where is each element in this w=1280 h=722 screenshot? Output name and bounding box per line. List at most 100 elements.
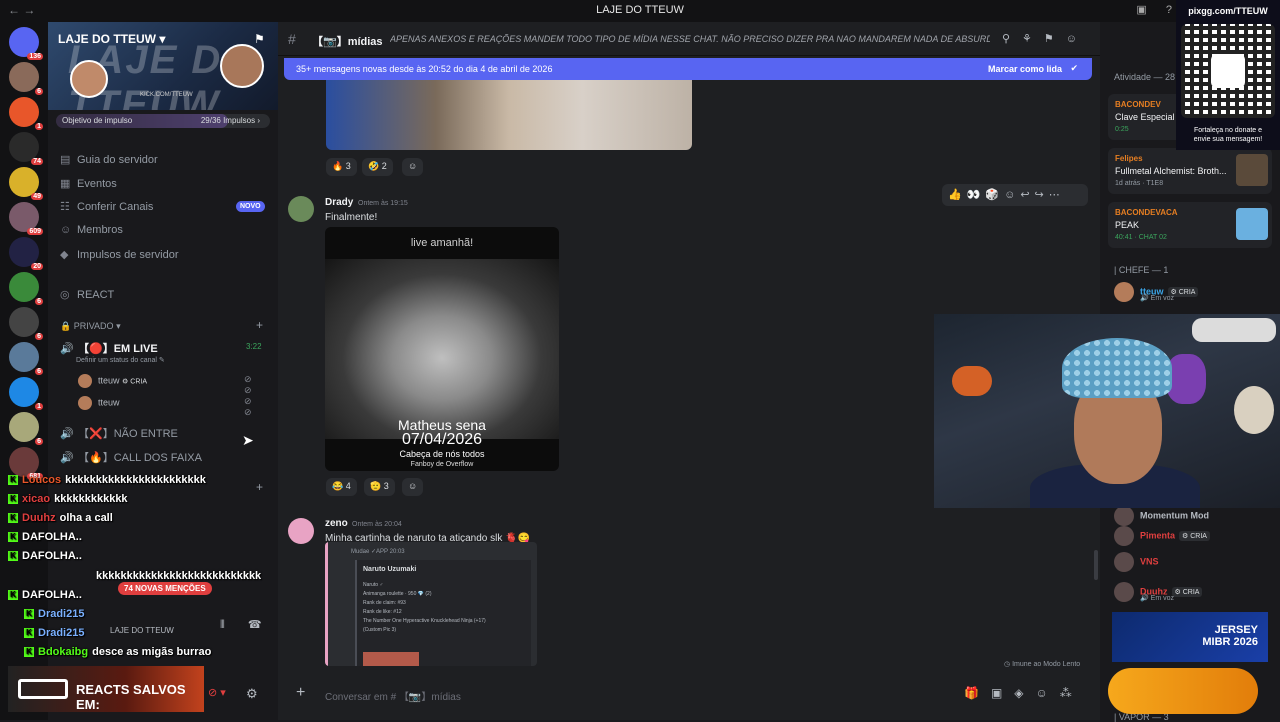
composer-icons[interactable]: 🎁▣◈☺⁂ bbox=[964, 686, 1084, 700]
boost-label: Objetivo de impulso bbox=[62, 116, 133, 125]
add-reaction-icon[interactable]: ☺ bbox=[402, 478, 424, 496]
mic-muted-icon[interactable]: ⊘ ▾ bbox=[208, 686, 226, 699]
member-name: VNS bbox=[1140, 556, 1159, 567]
channel-status[interactable]: Definir um status do canal ✎ bbox=[76, 356, 165, 364]
server-icon[interactable]: 20 bbox=[9, 237, 43, 270]
sponsor-ad bbox=[1108, 668, 1258, 714]
window-title: LAJE DO TTEUW bbox=[596, 4, 684, 16]
reaction[interactable]: 🤣 2 bbox=[362, 158, 393, 176]
embed-body: Naruto Uzumaki Naruto ♂ Animanga roulett… bbox=[355, 560, 531, 666]
message-author[interactable]: Drady bbox=[325, 197, 353, 208]
server-icon[interactable]: 1 bbox=[9, 377, 43, 410]
server-name[interactable]: LAJE DO TTEUW ▾ bbox=[58, 32, 165, 46]
mentions-badge[interactable]: 74 NOVAS MENÇÕES bbox=[118, 582, 212, 595]
embed-card[interactable]: Mudae ✓APP 20:03 Naruto Uzumaki Naruto ♂… bbox=[325, 542, 537, 666]
calendar-icon: ▦ bbox=[60, 178, 71, 190]
embed-line: The Number One Hyperactive Knucklehead N… bbox=[363, 618, 486, 624]
server-icon[interactable]: 49 bbox=[9, 167, 43, 200]
webcam-decor bbox=[1234, 386, 1274, 434]
speaker-icon: 🔊 bbox=[60, 428, 74, 440]
voice-channel-call-dos-faixa[interactable]: 🔊 【🔥】CALL DOS FAIXA bbox=[60, 449, 202, 465]
unread-badge: 6 bbox=[35, 88, 43, 95]
avatar[interactable] bbox=[288, 196, 314, 222]
activity-card[interactable]: Felipes Fullmetal Alchemist: Broth... 1d a… bbox=[1108, 148, 1272, 194]
server-icon[interactable]: 6 bbox=[9, 62, 43, 95]
react-icon: ◎ bbox=[60, 289, 70, 301]
add-reaction-icon[interactable]: ☺ bbox=[402, 158, 424, 176]
scrollbar[interactable] bbox=[1094, 550, 1098, 580]
category-privado[interactable]: 🔒 PRIVADO ▾ bbox=[60, 321, 121, 332]
server-icon[interactable]: 1 bbox=[9, 97, 43, 130]
server-icon[interactable]: 6 bbox=[9, 412, 43, 445]
reaction[interactable]: 😂 4 bbox=[326, 478, 357, 496]
server-icon[interactable]: 6 bbox=[9, 272, 43, 305]
voice-user[interactable]: tteuw ⚙ CRIA ⊘ ⊘ bbox=[78, 374, 252, 395]
media-attachment[interactable] bbox=[326, 80, 692, 150]
nav-members[interactable]: ☺ Membros bbox=[60, 224, 123, 236]
gear-icon[interactable]: ⚙ bbox=[246, 686, 258, 702]
image-attachment[interactable]: live amanhã! Matheus sena 07/04/2026 Cab… bbox=[325, 227, 559, 471]
new-messages-bar[interactable]: 35+ mensagens novas desde às 20:52 do di… bbox=[284, 58, 1092, 80]
activity-title: Fullmetal Alchemist: Broth... bbox=[1115, 166, 1227, 176]
stream-chat-line: kkkkkkkkkkkkkkkkkkkkkkkkkkk bbox=[96, 570, 261, 582]
add-channel-icon[interactable]: + bbox=[256, 480, 263, 494]
voice-channel-em-live[interactable]: 🔊 【🔴】EM LIVE bbox=[60, 340, 158, 356]
member-item[interactable]: Duuhz ⚙ CRIA 🔊 Em voz bbox=[1114, 582, 1203, 602]
message-actions[interactable]: 👍👀🎲☺↩↪⋯ bbox=[942, 184, 1088, 206]
nav-calendar[interactable]: ▦ Eventos bbox=[60, 177, 117, 190]
server-icon[interactable]: 681 bbox=[9, 447, 43, 480]
avatar bbox=[78, 374, 92, 388]
voice-controls[interactable]: ⦀ ☎ bbox=[220, 618, 272, 632]
jersey-ad: JERSEY MIBR 2026 bbox=[1112, 612, 1268, 662]
mark-read-button[interactable]: Marcar como lida bbox=[988, 64, 1062, 74]
embed-header: Mudae ✓APP 20:03 bbox=[351, 549, 405, 555]
server-banner[interactable]: LAJE DO TTEUW LAJE DO TTEUW ▾ ⚑ KICK.COM… bbox=[48, 22, 278, 110]
server-icon[interactable]: 609 bbox=[9, 202, 43, 235]
reaction[interactable]: 🔥 3 bbox=[326, 158, 357, 176]
header-icons[interactable]: ⚲⚘⚑☺ bbox=[1002, 32, 1089, 45]
live-timer: 3:22 bbox=[246, 342, 262, 351]
nav-boost[interactable]: ◆ Impulsos de servidor bbox=[60, 248, 179, 261]
webcam-person-cap bbox=[1062, 338, 1172, 398]
invite-icon[interactable]: ⚑ bbox=[254, 32, 265, 46]
poster-line: Cabeça de nós todos bbox=[399, 449, 485, 459]
role-header: | CHEFE — 1 bbox=[1114, 265, 1169, 275]
voice-server-name: LAJE DO TTEUW bbox=[110, 626, 174, 635]
speaker-icon: 🔊 bbox=[60, 343, 74, 355]
message-timestamp: Ontem às 20:04 bbox=[352, 521, 402, 528]
channel-topic[interactable]: APENAS ANEXOS E REAÇÕES MANDEM TODO TIPO… bbox=[390, 34, 990, 44]
channel-react[interactable]: ◎ REACT bbox=[60, 288, 114, 301]
reaction[interactable]: 🫡 3 bbox=[364, 478, 395, 496]
guide-icon: ▤ bbox=[60, 154, 71, 166]
banner-avatar-right bbox=[220, 44, 264, 88]
voice-channel-nao-entre[interactable]: 🔊 【❌】NÃO ENTRE bbox=[60, 425, 178, 441]
activity-card[interactable]: BACONDEVACA PEAK 40:41 · CHAT 02 bbox=[1108, 202, 1272, 248]
upload-icon[interactable]: + bbox=[296, 684, 305, 702]
nav-guide[interactable]: ▤ Guia do servidor bbox=[60, 153, 158, 166]
role-tag: ⚙ CRIA bbox=[1171, 587, 1203, 598]
nav-browse-channels[interactable]: ☷ Conferir Canais bbox=[60, 200, 153, 213]
server-icon[interactable]: 6 bbox=[9, 342, 43, 375]
member-item[interactable]: Momentum Mod bbox=[1114, 506, 1209, 526]
member-item[interactable]: Pimenta ⚙ CRIA bbox=[1114, 526, 1210, 546]
titlebar-icons[interactable]: ▣ ? bbox=[1136, 3, 1180, 16]
member-item[interactable]: VNS bbox=[1114, 552, 1159, 572]
new-messages-text: 35+ mensagens novas desde às 20:52 do di… bbox=[296, 64, 553, 74]
member-item[interactable]: tteuw ⚙ CRIA 🔊 Em voz bbox=[1114, 282, 1199, 302]
server-icon[interactable]: 136 bbox=[9, 27, 43, 60]
unread-badge: 74 bbox=[31, 158, 43, 165]
boost-goal[interactable]: Objetivo de impulso 29/36 Impulsos › bbox=[56, 114, 270, 128]
composer-placeholder[interactable]: Conversar em # 【📷】mídias bbox=[325, 688, 461, 703]
server-icon[interactable]: 6 bbox=[9, 307, 43, 340]
reacts-label: REACTS SALVOS EM: bbox=[76, 682, 186, 712]
avatar[interactable] bbox=[288, 518, 314, 544]
voice-user[interactable]: tteuw ⊘ ⊘ bbox=[78, 396, 252, 417]
server-icon[interactable]: 74 bbox=[9, 132, 43, 165]
message-composer[interactable]: + Conversar em # 【📷】mídias 🎁▣◈☺⁂ bbox=[286, 674, 1092, 714]
embed-line: Rank de claim: #93 bbox=[363, 600, 406, 606]
add-channel-icon[interactable]: + bbox=[256, 318, 263, 332]
embed-title: Naruto Uzumaki bbox=[363, 566, 417, 573]
kick-badge-icon: K bbox=[8, 494, 18, 505]
stream-chat-line: K DAFOLHA.. bbox=[8, 589, 86, 601]
message-author[interactable]: zeno bbox=[325, 518, 348, 529]
